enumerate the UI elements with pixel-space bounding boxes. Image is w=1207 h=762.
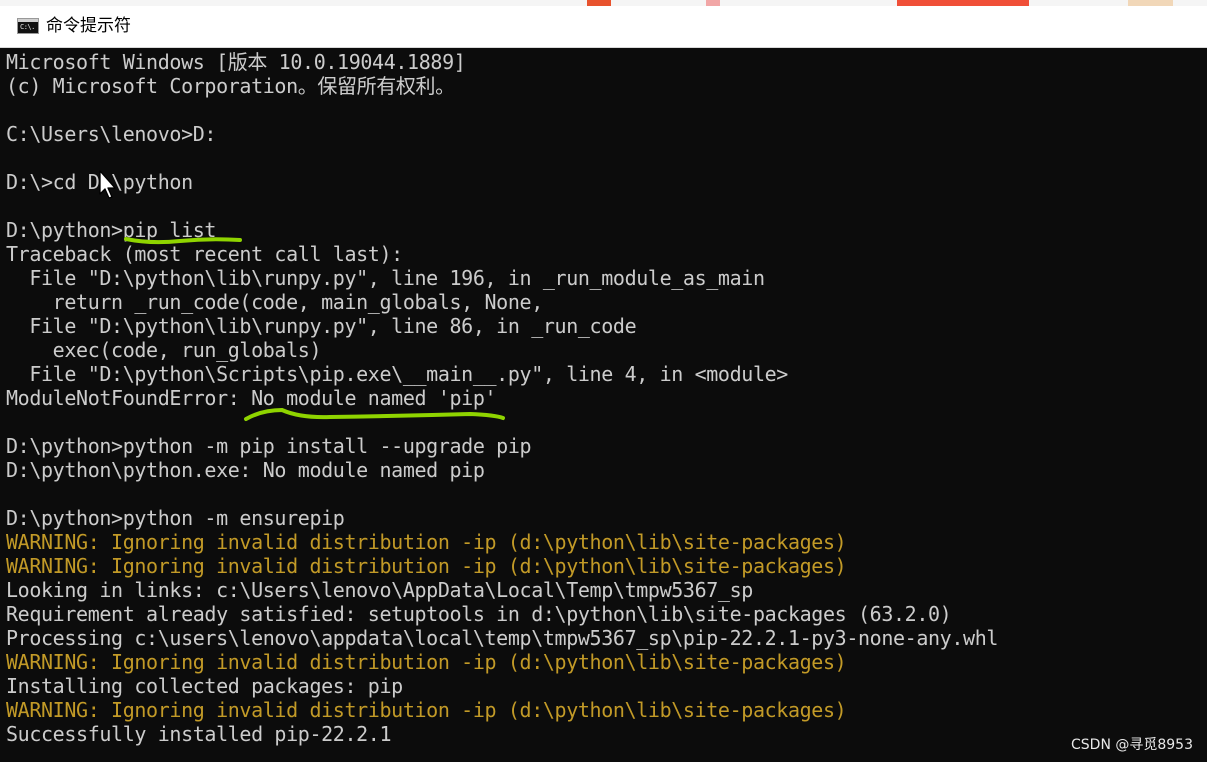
mouse-cursor-icon	[99, 170, 116, 199]
console-output-line: File "D:\python\Scripts\pip.exe\__main__…	[6, 362, 788, 386]
console-icon-bar	[18, 19, 38, 22]
console-warning-line: WARNING: Ignoring invalid distribution -…	[6, 698, 847, 722]
console-command-line: C:\Users\lenovo>D:	[6, 122, 217, 146]
console-output-line: Installing collected packages: pip	[6, 674, 403, 698]
console-output-line: exec(code, run_globals)	[6, 338, 322, 362]
console-output-line: File "D:\python\lib\runpy.py", line 86, …	[6, 314, 637, 338]
console-output-line: Traceback (most recent call last):	[6, 242, 403, 266]
console-command-line: D:\python>python -m pip install --upgrad…	[6, 434, 532, 458]
watermark: CSDN @寻觅8953	[1071, 737, 1193, 753]
console-output-line: Processing c:\users\lenovo\appdata\local…	[6, 626, 999, 650]
console-warning-line: WARNING: Ignoring invalid distribution -…	[6, 530, 847, 554]
console-output-area[interactable]: Microsoft Windows [版本 10.0.19044.1889] (c…	[0, 48, 1207, 762]
console-output-line: Looking in links: c:\Users\lenovo\AppDat…	[6, 578, 753, 602]
window-title: 命令提示符	[46, 16, 131, 36]
console-output-line: Successfully installed pip-22.2.1	[6, 722, 392, 746]
console-command-line: D:\>cd D:\python	[6, 170, 193, 194]
console-command-line: D:\python>python -m ensurepip	[6, 506, 345, 530]
console-output-line: Microsoft Windows [版本 10.0.19044.1889]	[6, 50, 466, 74]
console-output-line: D:\python\python.exe: No module named pi…	[6, 458, 485, 482]
console-command-line: D:\python>pip list	[6, 218, 217, 242]
console-warning-line: WARNING: Ignoring invalid distribution -…	[6, 554, 847, 578]
console-output-line: Requirement already satisfied: setuptool…	[6, 602, 952, 626]
window-titlebar[interactable]: C:\. 命令提示符	[0, 6, 1207, 48]
console-output-line: (c) Microsoft Corporation。保留所有权利。	[6, 74, 455, 98]
console-warning-line: WARNING: Ignoring invalid distribution -…	[6, 650, 847, 674]
console-app-icon[interactable]: C:\.	[17, 18, 39, 34]
console-icon-label: C:\.	[20, 23, 35, 31]
console-output-line: return _run_code(code, main_globals, Non…	[6, 290, 544, 314]
console-lines: Microsoft Windows [版本 10.0.19044.1889] (c…	[6, 50, 1206, 746]
console-output-line: File "D:\python\lib\runpy.py", line 196,…	[6, 266, 765, 290]
screenshot: C:\. 命令提示符 Microsoft Windows [版本 10.0.19…	[0, 0, 1207, 762]
console-output-line: ModuleNotFoundError: No module named 'pi…	[6, 386, 497, 410]
